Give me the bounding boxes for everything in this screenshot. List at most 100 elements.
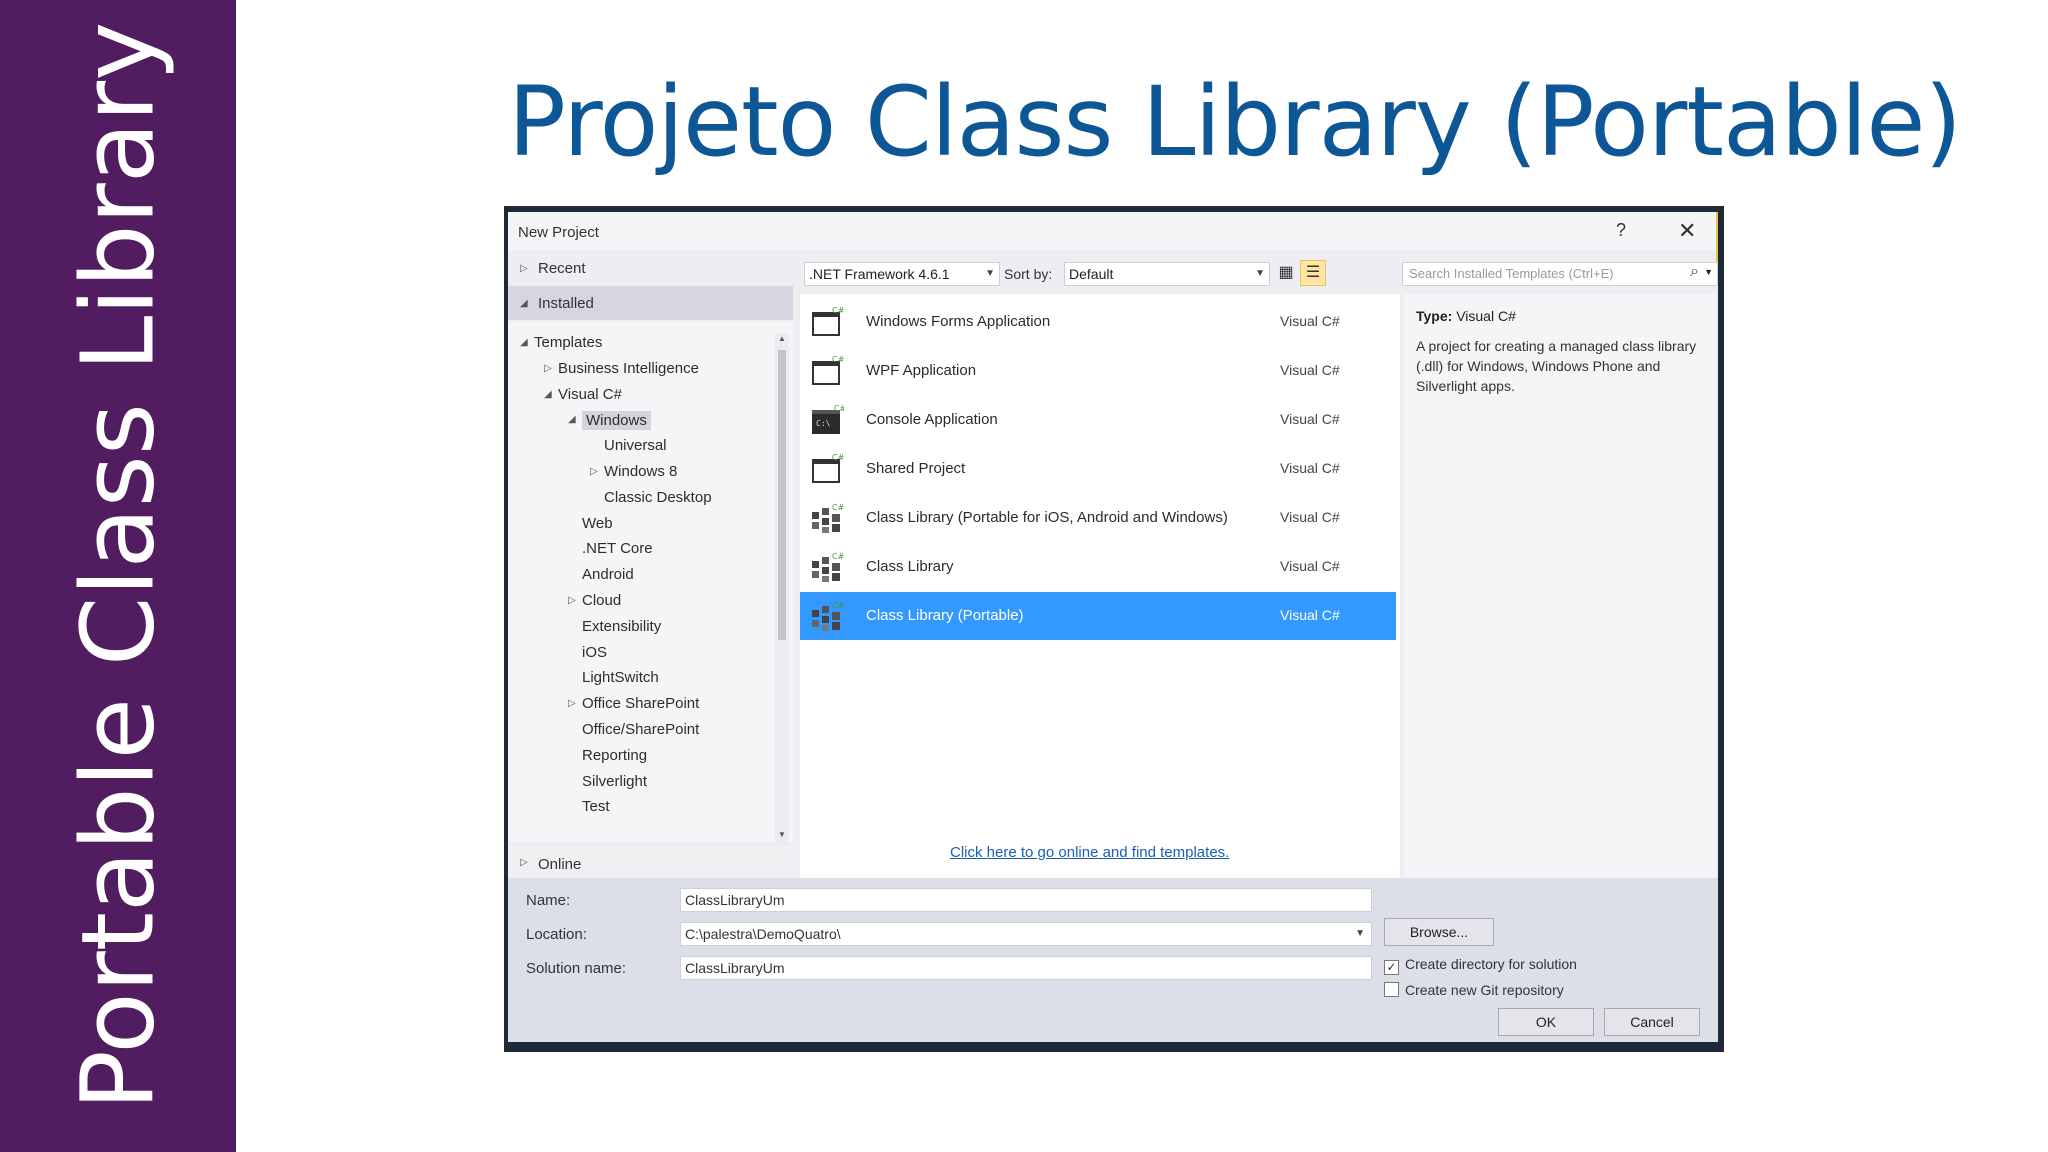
- dialog-titlebar: New Project ? ✕: [508, 212, 1718, 272]
- tree-item[interactable]: Universal: [604, 437, 667, 454]
- class-library-icon: C#: [810, 600, 845, 632]
- create-git-label: Create new Git repository: [1405, 982, 1564, 998]
- tree-item[interactable]: Business Intelligence: [558, 360, 699, 377]
- class-library-icon: C#: [810, 551, 845, 583]
- tree-item[interactable]: Office SharePoint: [582, 695, 699, 712]
- windows-forms-icon: C#: [810, 306, 845, 338]
- collapse-arrow-icon[interactable]: ◢: [544, 389, 552, 400]
- create-directory-checkbox[interactable]: ✓ Create directory for solution: [1384, 956, 1577, 975]
- template-list: Click here to go online and find templat…: [800, 294, 1400, 878]
- tree-item[interactable]: .NET Core: [582, 540, 653, 557]
- template-row[interactable]: C# Shared Project Visual C#: [800, 445, 1396, 493]
- type-line: Type: Visual C#: [1416, 308, 1516, 324]
- template-name: WPF Application: [866, 362, 977, 379]
- template-tree: ◢ Templates ▷ Business Intelligence ◢ Visual …: [508, 322, 793, 842]
- tree-item[interactable]: Classic Desktop: [604, 489, 712, 506]
- console-icon: C:\C#: [810, 404, 847, 436]
- tree-item[interactable]: Windows: [582, 411, 651, 431]
- ok-button[interactable]: OK: [1498, 1008, 1594, 1036]
- expand-arrow-icon[interactable]: ▷: [544, 363, 552, 374]
- template-row[interactable]: C# WPF Application Visual C#: [800, 347, 1396, 395]
- side-band: Portable Class Library: [0, 0, 236, 1152]
- location-select[interactable]: C:\palestra\DemoQuatro\ ▼: [680, 922, 1372, 946]
- nav-online[interactable]: ▷ Online: [508, 846, 793, 880]
- tree-item[interactable]: Windows 8: [604, 463, 677, 480]
- name-value: ClassLibraryUm: [685, 892, 785, 908]
- solution-name-input[interactable]: ClassLibraryUm: [680, 956, 1372, 980]
- sort-select[interactable]: Default ▼: [1064, 262, 1270, 286]
- search-input[interactable]: Search Installed Templates (Ctrl+E) ⌕ ▼: [1402, 262, 1718, 286]
- template-row[interactable]: C# Class Library Visual C#: [800, 543, 1396, 591]
- tree-item[interactable]: Extensibility: [582, 618, 661, 635]
- svg-text:C#: C#: [832, 453, 844, 462]
- nav-recent[interactable]: ▷ Recent: [508, 252, 793, 284]
- expand-arrow-icon: ▷: [520, 263, 528, 274]
- tree-item[interactable]: Silverlight: [582, 773, 647, 790]
- svg-text:C#: C#: [834, 404, 844, 413]
- collapse-arrow-icon[interactable]: ◢: [520, 337, 528, 348]
- collapse-arrow-icon[interactable]: ◢: [568, 414, 576, 425]
- expand-arrow-icon[interactable]: ▷: [590, 466, 598, 477]
- tree-item[interactable]: Reporting: [582, 747, 647, 764]
- nav-installed-label: Installed: [538, 295, 594, 312]
- side-title: Portable Class Library: [59, 21, 177, 1111]
- framework-select[interactable]: .NET Framework 4.6.1 ▼: [804, 262, 1000, 286]
- template-name: Shared Project: [866, 460, 966, 477]
- expand-arrow-icon[interactable]: ▷: [568, 595, 576, 606]
- template-row[interactable]: C:\C# Console Application Visual C#: [800, 396, 1396, 444]
- slide-title: Projeto Class Library (Portable): [508, 66, 1962, 178]
- tree-item[interactable]: Android: [582, 566, 634, 583]
- cancel-button[interactable]: Cancel: [1604, 1008, 1700, 1036]
- checkbox-icon[interactable]: [1384, 982, 1399, 997]
- expand-arrow-icon[interactable]: ▷: [568, 698, 576, 709]
- close-button[interactable]: ✕: [1678, 218, 1696, 244]
- tree-item[interactable]: Cloud: [582, 592, 621, 609]
- browse-button[interactable]: Browse...: [1384, 918, 1494, 946]
- sort-label: Sort by:: [1004, 266, 1053, 282]
- template-language: Visual C#: [1280, 362, 1340, 378]
- dialog-title: New Project: [518, 224, 599, 241]
- tree-scroll-thumb[interactable]: [778, 350, 786, 640]
- checkbox-icon[interactable]: ✓: [1384, 960, 1399, 975]
- tree-item[interactable]: LightSwitch: [582, 669, 659, 686]
- tree-item[interactable]: Templates: [534, 334, 602, 351]
- project-form: Name: ClassLibraryUm Location: C:\palest…: [508, 878, 1718, 1042]
- tree-item[interactable]: Web: [582, 515, 613, 532]
- tree-item[interactable]: iOS: [582, 644, 607, 661]
- template-language: Visual C#: [1280, 411, 1340, 427]
- search-placeholder: Search Installed Templates (Ctrl+E): [1409, 266, 1614, 281]
- name-input[interactable]: ClassLibraryUm: [680, 888, 1372, 912]
- chevron-down-icon: ▼: [1255, 268, 1265, 279]
- svg-text:C#: C#: [832, 355, 844, 364]
- nav-recent-label: Recent: [538, 260, 586, 277]
- help-button[interactable]: ?: [1616, 220, 1626, 241]
- template-name: Class Library (Portable): [866, 607, 1024, 624]
- scroll-up-icon[interactable]: ▲: [778, 334, 786, 343]
- type-value: Visual C#: [1456, 308, 1516, 324]
- shared-project-icon: C#: [810, 453, 845, 485]
- template-language: Visual C#: [1280, 509, 1340, 525]
- scroll-down-icon[interactable]: ▼: [778, 830, 786, 839]
- tree-item[interactable]: Test: [582, 798, 610, 815]
- template-name: Windows Forms Application: [866, 313, 1051, 330]
- search-icon[interactable]: ⌕: [1690, 263, 1699, 281]
- online-templates-link[interactable]: Click here to go online and find templat…: [950, 844, 1229, 861]
- chevron-down-icon[interactable]: ▼: [1704, 267, 1713, 277]
- template-name: Class Library (Portable for iOS, Android…: [866, 509, 1228, 526]
- tree-scrollbar[interactable]: ▲ ▼: [775, 334, 789, 844]
- template-language: Visual C#: [1280, 460, 1340, 476]
- small-icons-view-icon[interactable]: ▦: [1274, 261, 1298, 285]
- template-row[interactable]: C# Class Library (Portable) Visual C#: [800, 592, 1396, 640]
- nav-installed[interactable]: ◢ Installed: [508, 286, 793, 320]
- list-view-icon[interactable]: ☰: [1300, 260, 1326, 286]
- create-git-checkbox[interactable]: Create new Git repository: [1384, 982, 1564, 998]
- template-row[interactable]: C# Windows Forms Application Visual C#: [800, 298, 1396, 346]
- chevron-down-icon: ▼: [985, 268, 995, 279]
- sort-value: Default: [1069, 266, 1114, 282]
- template-language: Visual C#: [1280, 313, 1340, 329]
- tree-item[interactable]: Office/SharePoint: [582, 721, 699, 738]
- tree-item[interactable]: Visual C#: [558, 386, 622, 403]
- template-row[interactable]: C# Class Library (Portable for iOS, Andro…: [800, 494, 1396, 542]
- svg-text:C#: C#: [832, 503, 844, 512]
- class-library-icon: C#: [810, 502, 845, 534]
